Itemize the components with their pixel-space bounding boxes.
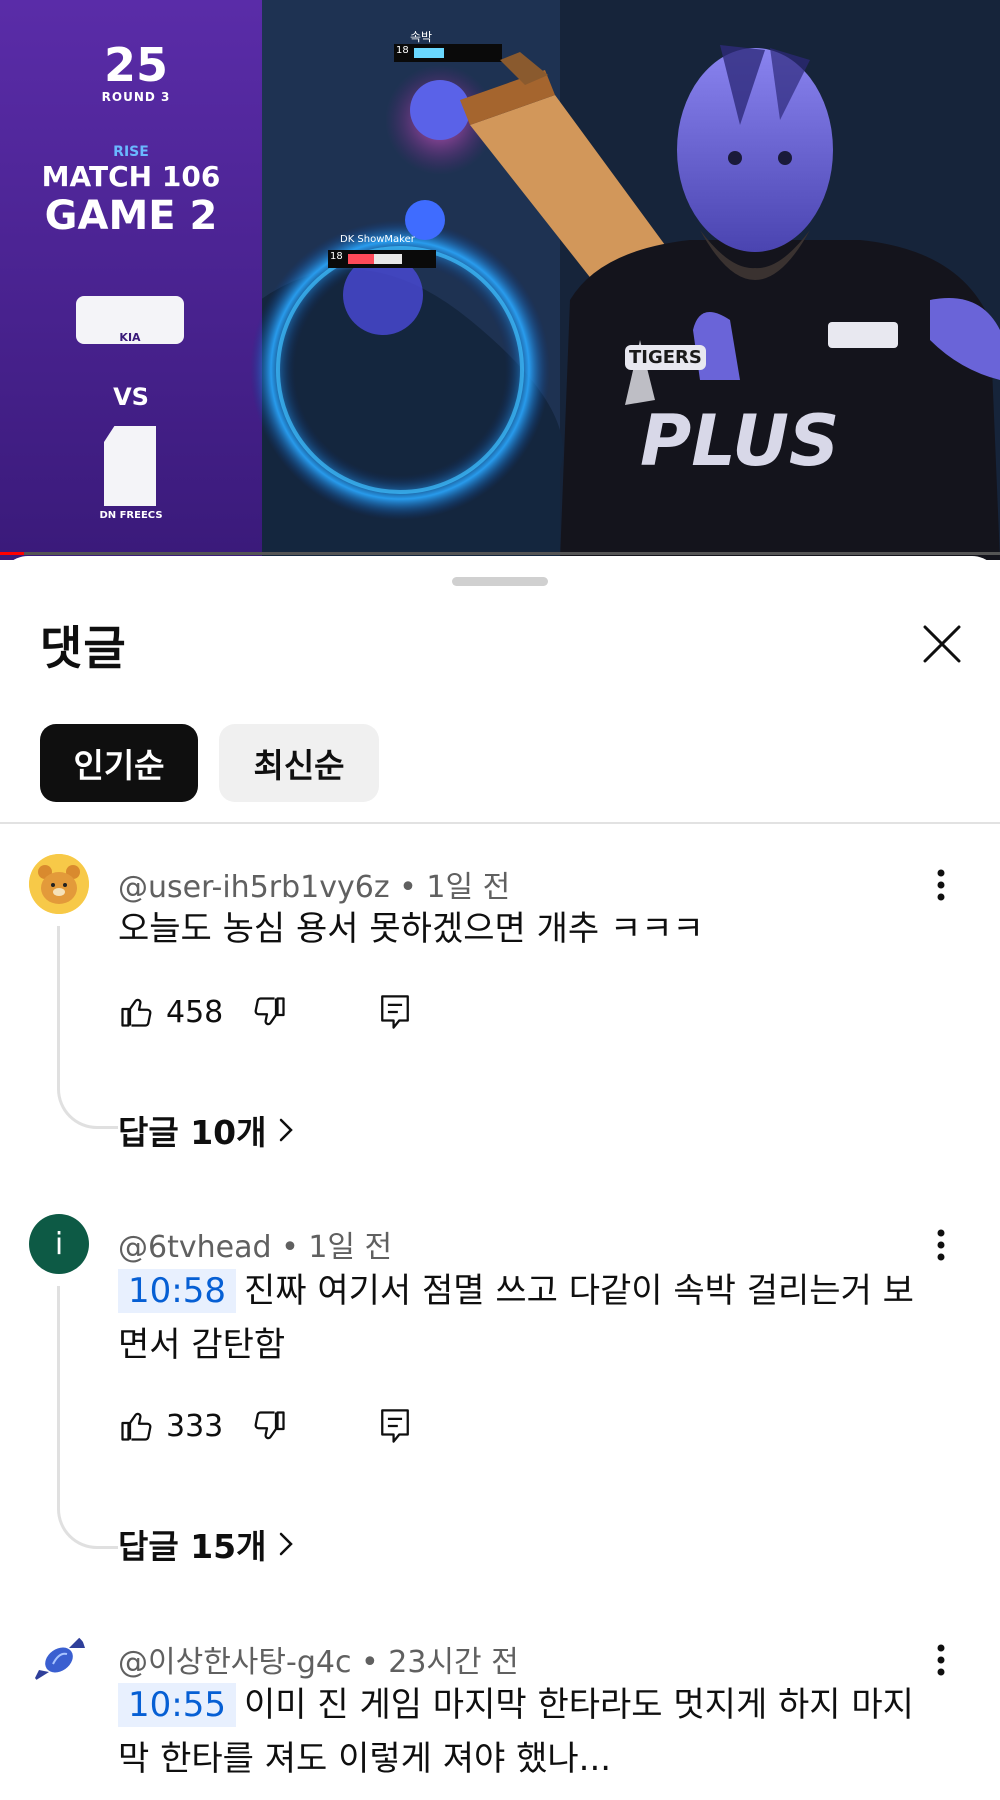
like-count: 458: [166, 994, 224, 1030]
comment-time: 1일 전: [308, 1230, 393, 1265]
replies-count: 답글 10개: [118, 1113, 267, 1152]
comment-actions: 333: [118, 1401, 418, 1451]
comment-author[interactable]: @user-ih5rb1vy6z: [118, 870, 390, 905]
more-vertical-icon: [937, 869, 945, 901]
team1-logo: KIA: [76, 296, 184, 344]
timestamp-link[interactable]: 10:58: [118, 1269, 236, 1313]
reply-icon: [381, 995, 409, 1029]
match-info: RISE MATCH 106 GAME 2: [0, 144, 262, 238]
thread-line: [57, 1286, 118, 1549]
season-label: 25: [103, 38, 168, 92]
timestamp-link[interactable]: 10:55: [118, 1683, 236, 1727]
champion-top-level: 18: [396, 45, 409, 56]
replies-toggle[interactable]: 답글 15개: [118, 1520, 295, 1568]
comment-body: 진짜 여기서 점멸 쓰고 다같이 속박 걸리는거 보면서 감탄함: [118, 1271, 914, 1365]
meta-separator: •: [281, 1230, 299, 1265]
comment-meta: @6tvhead • 1일 전: [118, 1222, 392, 1266]
candy-avatar-icon: [33, 1636, 85, 1682]
team1-sponsor: KIA: [119, 331, 141, 344]
thumbs-down-icon: [254, 1411, 285, 1440]
dislike-button[interactable]: [252, 1401, 288, 1451]
champion-top-name: 속박: [410, 30, 433, 44]
jersey-badge: TIGERS: [625, 345, 706, 370]
comment-text: 10:58 진짜 여기서 점멸 쓰고 다같이 속박 걸리는거 보면서 감탄함: [118, 1264, 938, 1372]
reply-button[interactable]: [378, 1401, 412, 1451]
jersey-text: PLUS: [640, 400, 840, 482]
comment-author[interactable]: @6tvhead: [118, 1230, 272, 1265]
avatar-letter: i: [54, 1226, 64, 1262]
comment-time: 23시간 전: [388, 1645, 519, 1680]
close-button[interactable]: [914, 616, 970, 672]
champion-level: 18: [330, 251, 343, 262]
meta-separator: •: [399, 870, 417, 905]
sponsor-label: RISE: [113, 144, 149, 160]
sheet-title: 댓글: [40, 621, 127, 675]
game-number: GAME 2: [44, 193, 218, 239]
thumbs-down-icon: [254, 997, 285, 1026]
thumbs-up-icon: [121, 998, 152, 1027]
reply-button[interactable]: [378, 987, 412, 1037]
avatar[interactable]: i: [29, 1214, 89, 1274]
thread-line: [57, 926, 118, 1129]
replies-count: 답글 15개: [118, 1527, 267, 1566]
dislike-button[interactable]: [252, 987, 288, 1037]
thumbs-up-icon: [121, 1412, 152, 1441]
comment-meta: @user-ih5rb1vy6z • 1일 전: [118, 862, 510, 906]
like-button[interactable]: 333: [118, 1401, 223, 1451]
comment-body: 이미 진 게임 마지막 한타라도 멋지게 하지 마지막 한타를 져도 이렇게 져…: [118, 1685, 914, 1779]
like-count: 333: [166, 1408, 224, 1444]
team2-label: DN FREECS: [99, 510, 163, 521]
match-number: MATCH 106: [41, 160, 221, 193]
comment-text: 오늘도 농심 용서 못하겠으면 개추 ㅋㅋㅋ: [118, 909, 704, 949]
sort-tab-top[interactable]: 인기순: [40, 724, 198, 802]
close-icon: [923, 625, 961, 663]
comment-actions: 458: [118, 987, 418, 1037]
avatar[interactable]: [29, 1630, 89, 1690]
meta-separator: •: [361, 1645, 379, 1680]
like-button[interactable]: 458: [118, 987, 223, 1037]
video-player[interactable]: 25 ROUND 3 RISE MATCH 106 GAME 2 KIA VS …: [0, 0, 1000, 560]
round-label: ROUND 3: [101, 90, 171, 104]
team2-logo: [104, 426, 156, 506]
event-logo: 25 ROUND 3: [56, 40, 216, 104]
vs-label: VS: [113, 383, 149, 411]
avatar[interactable]: [29, 854, 89, 914]
comment-text: 10:55 이미 진 게임 마지막 한타라도 멋지게 하지 마지막 한타를 져도 …: [118, 1678, 938, 1786]
chevron-right-icon: [279, 1118, 293, 1142]
replies-toggle[interactable]: 답글 10개: [118, 1106, 295, 1154]
drag-handle[interactable]: [452, 577, 548, 586]
reply-icon: [381, 1409, 409, 1443]
bear-avatar-icon: [29, 854, 89, 914]
more-vertical-icon: [937, 1229, 945, 1261]
comment-author[interactable]: @이상한사탕-g4c: [118, 1645, 351, 1680]
comment-time: 1일 전: [426, 870, 511, 905]
chevron-right-icon: [279, 1532, 293, 1556]
sheet-divider: [0, 822, 1000, 824]
more-vertical-icon: [937, 1644, 945, 1676]
comment-meta: @이상한사탕-g4c • 23시간 전: [118, 1637, 519, 1681]
champion-name: DK ShowMaker: [340, 234, 415, 245]
sort-tab-newest[interactable]: 최신순: [219, 724, 379, 802]
